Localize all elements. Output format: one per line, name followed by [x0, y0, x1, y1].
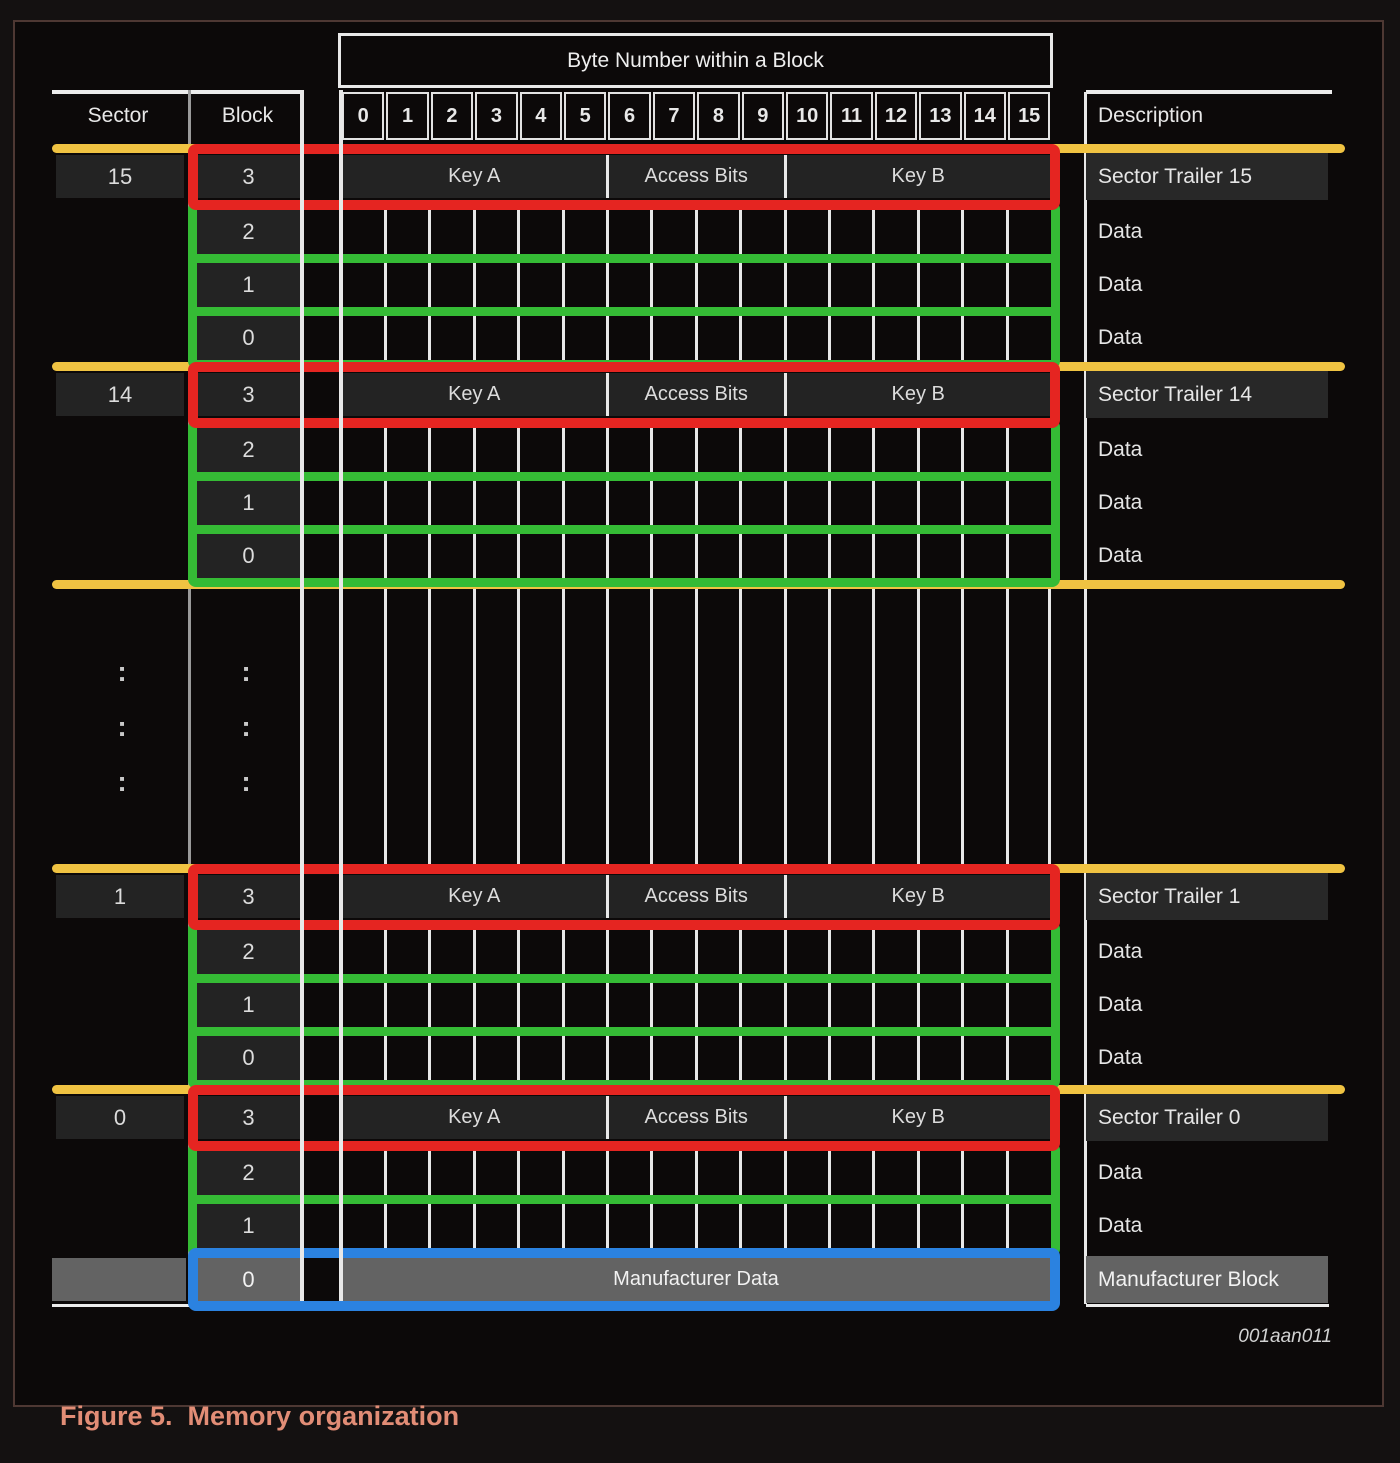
byte-grid-line [872, 589, 875, 864]
byte-grid-line [428, 589, 431, 864]
sector-column-header: Sector [52, 92, 184, 140]
sector-column-header-label: Sector [88, 104, 149, 127]
byte-grid-line [562, 589, 565, 864]
ellipsis-dots: : [216, 762, 276, 802]
byte-grid-right-edge-line [1048, 589, 1051, 864]
byte-number-cell: 14 [964, 92, 1006, 140]
byte-number-cell: 9 [742, 92, 784, 140]
byte-axis-title: Byte Number within a Block [567, 49, 824, 72]
sector-label: 1 [56, 875, 184, 918]
desc-data-label: Data [1086, 481, 1328, 525]
block-column-header-label: Block [222, 104, 273, 127]
desc-data-label: Data [1086, 263, 1328, 307]
byte-number-cell: 7 [653, 92, 695, 140]
ellipsis-dots: : [92, 707, 152, 747]
drawing-id-text: 001aan011 [1238, 1326, 1332, 1347]
byte-number-cell: 8 [697, 92, 739, 140]
byte-number-cell: 4 [520, 92, 562, 140]
byte-number-cell: 2 [431, 92, 473, 140]
desc-data-label: Data [1086, 930, 1328, 974]
byte-grid-line [517, 589, 520, 864]
figure-caption: Figure 5. Memory organization [30, 1370, 930, 1404]
data-row-separator [194, 1027, 1054, 1036]
desc-sector-trailer: Sector Trailer 14 [1086, 371, 1328, 418]
byte-grid-line [739, 589, 742, 864]
byte-number-cell: 5 [564, 92, 606, 140]
desc-sector-trailer: Sector Trailer 1 [1086, 873, 1328, 920]
byte-grid-line [384, 589, 387, 864]
ellipsis-dots: : [92, 652, 152, 692]
data-row-separator [194, 254, 1054, 263]
memory-organization-figure: Byte Number within a Block Sector Block … [0, 0, 1400, 1425]
desc-sector-trailer: Sector Trailer 0 [1086, 1094, 1328, 1141]
sector-column-bottom-border [52, 1304, 190, 1307]
block-right-edge-line [300, 90, 304, 1301]
sector-trailer-outline [188, 144, 1060, 210]
byte-grid-line [695, 589, 698, 864]
desc-data-label: Data [1086, 1151, 1328, 1195]
byte-number-cell: 13 [919, 92, 961, 140]
byte-grid-line [917, 589, 920, 864]
sector-gray-cell [52, 1258, 186, 1301]
byte-number-cell: 11 [830, 92, 872, 140]
sector-trailer-outline [188, 1085, 1060, 1151]
desc-data-label: Data [1086, 1204, 1328, 1248]
byte-grid-line [784, 589, 787, 864]
description-column-header: Description [1098, 92, 1328, 140]
figure-caption-text: Figure 5. Memory organization [60, 1401, 459, 1431]
ellipsis-dots: : [216, 707, 276, 747]
byte-axis-title-box: Byte Number within a Block [338, 33, 1053, 88]
manufacturer-outline [188, 1248, 1060, 1311]
desc-data-label: Data [1086, 210, 1328, 254]
sector-trailer-outline [188, 864, 1060, 930]
data-blocks-outline [188, 201, 1060, 369]
data-row-separator [194, 974, 1054, 983]
byte-grid-line [650, 589, 653, 864]
desc-data-label: Data [1086, 534, 1328, 578]
ellipsis-dots: : [92, 762, 152, 802]
byte-number-cell: 6 [608, 92, 650, 140]
byte-number-cell: 12 [875, 92, 917, 140]
description-column-bottom-border [1086, 1304, 1329, 1307]
data-blocks-outline [188, 921, 1060, 1089]
ellipsis-dots: : [216, 652, 276, 692]
sector-label: 0 [56, 1096, 184, 1139]
desc-data-label: Data [1086, 1036, 1328, 1080]
byte-number-cell: 10 [786, 92, 828, 140]
sector-label: 15 [56, 155, 184, 198]
byte-number-cell: 1 [386, 92, 428, 140]
byte-number-cell: 15 [1008, 92, 1050, 140]
drawing-id-watermark: 001aan011 [1032, 1326, 1332, 1352]
byte-grid-line [1006, 589, 1009, 864]
byte-number-cell: 0 [342, 92, 384, 140]
desc-data-label: Data [1086, 316, 1328, 360]
data-row-separator [194, 1195, 1054, 1204]
desc-data-label: Data [1086, 983, 1328, 1027]
data-row-separator [194, 472, 1054, 481]
block-column-header: Block [192, 92, 303, 140]
byte-grid-line [606, 589, 609, 864]
desc-sector-trailer: Sector Trailer 15 [1086, 153, 1328, 200]
sector-trailer-outline [188, 362, 1060, 428]
data-row-separator [194, 525, 1054, 534]
desc-data-label: Data [1086, 428, 1328, 472]
desc-manufacturer-block: Manufacturer Block [1086, 1256, 1328, 1303]
byte-grid-line [961, 589, 964, 864]
byte-grid-line [828, 589, 831, 864]
data-blocks-outline [188, 419, 1060, 587]
data-row-separator [194, 307, 1054, 316]
byte-grid-left-edge-line [339, 90, 343, 1301]
description-column-header-label: Description [1098, 104, 1203, 127]
byte-number-cell: 3 [475, 92, 517, 140]
sector-label: 14 [56, 373, 184, 416]
byte-grid-line [473, 589, 476, 864]
